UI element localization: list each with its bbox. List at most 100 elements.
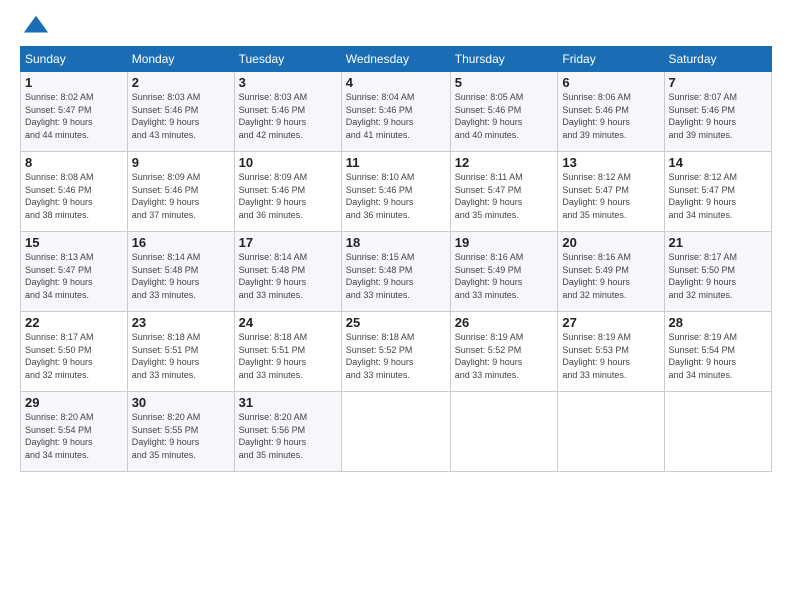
day-number: 17 [239, 235, 337, 250]
day-info: Sunrise: 8:20 AM Sunset: 5:55 PM Dayligh… [132, 411, 230, 461]
calendar-cell: 30Sunrise: 8:20 AM Sunset: 5:55 PM Dayli… [127, 392, 234, 472]
day-info: Sunrise: 8:14 AM Sunset: 5:48 PM Dayligh… [132, 251, 230, 301]
day-number: 28 [669, 315, 768, 330]
day-info: Sunrise: 8:15 AM Sunset: 5:48 PM Dayligh… [346, 251, 446, 301]
day-info: Sunrise: 8:10 AM Sunset: 5:46 PM Dayligh… [346, 171, 446, 221]
day-number: 18 [346, 235, 446, 250]
calendar-cell: 31Sunrise: 8:20 AM Sunset: 5:56 PM Dayli… [234, 392, 341, 472]
calendar-cell: 24Sunrise: 8:18 AM Sunset: 5:51 PM Dayli… [234, 312, 341, 392]
day-info: Sunrise: 8:16 AM Sunset: 5:49 PM Dayligh… [562, 251, 659, 301]
day-number: 26 [455, 315, 554, 330]
week-row-3: 22Sunrise: 8:17 AM Sunset: 5:50 PM Dayli… [21, 312, 772, 392]
day-number: 9 [132, 155, 230, 170]
calendar-cell: 2Sunrise: 8:03 AM Sunset: 5:46 PM Daylig… [127, 72, 234, 152]
calendar-cell: 7Sunrise: 8:07 AM Sunset: 5:46 PM Daylig… [664, 72, 772, 152]
calendar-cell: 26Sunrise: 8:19 AM Sunset: 5:52 PM Dayli… [450, 312, 558, 392]
day-number: 20 [562, 235, 659, 250]
calendar-cell: 10Sunrise: 8:09 AM Sunset: 5:46 PM Dayli… [234, 152, 341, 232]
day-info: Sunrise: 8:03 AM Sunset: 5:46 PM Dayligh… [239, 91, 337, 141]
header [20, 16, 772, 36]
calendar-cell: 21Sunrise: 8:17 AM Sunset: 5:50 PM Dayli… [664, 232, 772, 312]
calendar-cell: 4Sunrise: 8:04 AM Sunset: 5:46 PM Daylig… [341, 72, 450, 152]
day-number: 12 [455, 155, 554, 170]
day-info: Sunrise: 8:09 AM Sunset: 5:46 PM Dayligh… [239, 171, 337, 221]
calendar-cell: 25Sunrise: 8:18 AM Sunset: 5:52 PM Dayli… [341, 312, 450, 392]
logo [20, 16, 50, 36]
day-number: 10 [239, 155, 337, 170]
day-number: 4 [346, 75, 446, 90]
day-info: Sunrise: 8:02 AM Sunset: 5:47 PM Dayligh… [25, 91, 123, 141]
day-info: Sunrise: 8:20 AM Sunset: 5:54 PM Dayligh… [25, 411, 123, 461]
day-number: 22 [25, 315, 123, 330]
calendar-cell: 8Sunrise: 8:08 AM Sunset: 5:46 PM Daylig… [21, 152, 128, 232]
day-number: 2 [132, 75, 230, 90]
day-info: Sunrise: 8:04 AM Sunset: 5:46 PM Dayligh… [346, 91, 446, 141]
week-row-4: 29Sunrise: 8:20 AM Sunset: 5:54 PM Dayli… [21, 392, 772, 472]
day-number: 11 [346, 155, 446, 170]
page: SundayMondayTuesdayWednesdayThursdayFrid… [0, 0, 792, 612]
calendar-cell [558, 392, 664, 472]
logo-icon [22, 12, 50, 40]
calendar-body: 1Sunrise: 8:02 AM Sunset: 5:47 PM Daylig… [21, 72, 772, 472]
calendar-cell: 17Sunrise: 8:14 AM Sunset: 5:48 PM Dayli… [234, 232, 341, 312]
day-number: 23 [132, 315, 230, 330]
day-number: 1 [25, 75, 123, 90]
day-number: 30 [132, 395, 230, 410]
day-info: Sunrise: 8:06 AM Sunset: 5:46 PM Dayligh… [562, 91, 659, 141]
calendar-cell: 28Sunrise: 8:19 AM Sunset: 5:54 PM Dayli… [664, 312, 772, 392]
calendar-header-row: SundayMondayTuesdayWednesdayThursdayFrid… [21, 47, 772, 72]
calendar-cell: 3Sunrise: 8:03 AM Sunset: 5:46 PM Daylig… [234, 72, 341, 152]
day-number: 14 [669, 155, 768, 170]
col-header-sunday: Sunday [21, 47, 128, 72]
day-info: Sunrise: 8:16 AM Sunset: 5:49 PM Dayligh… [455, 251, 554, 301]
day-info: Sunrise: 8:18 AM Sunset: 5:51 PM Dayligh… [239, 331, 337, 381]
day-number: 15 [25, 235, 123, 250]
calendar-cell: 11Sunrise: 8:10 AM Sunset: 5:46 PM Dayli… [341, 152, 450, 232]
calendar-cell: 12Sunrise: 8:11 AM Sunset: 5:47 PM Dayli… [450, 152, 558, 232]
day-number: 24 [239, 315, 337, 330]
day-number: 5 [455, 75, 554, 90]
day-info: Sunrise: 8:11 AM Sunset: 5:47 PM Dayligh… [455, 171, 554, 221]
day-info: Sunrise: 8:18 AM Sunset: 5:51 PM Dayligh… [132, 331, 230, 381]
calendar-table: SundayMondayTuesdayWednesdayThursdayFrid… [20, 46, 772, 472]
day-info: Sunrise: 8:19 AM Sunset: 5:53 PM Dayligh… [562, 331, 659, 381]
calendar-cell: 22Sunrise: 8:17 AM Sunset: 5:50 PM Dayli… [21, 312, 128, 392]
calendar-cell: 20Sunrise: 8:16 AM Sunset: 5:49 PM Dayli… [558, 232, 664, 312]
col-header-wednesday: Wednesday [341, 47, 450, 72]
calendar-thead: SundayMondayTuesdayWednesdayThursdayFrid… [21, 47, 772, 72]
col-header-saturday: Saturday [664, 47, 772, 72]
calendar-cell: 29Sunrise: 8:20 AM Sunset: 5:54 PM Dayli… [21, 392, 128, 472]
day-info: Sunrise: 8:13 AM Sunset: 5:47 PM Dayligh… [25, 251, 123, 301]
calendar-cell: 9Sunrise: 8:09 AM Sunset: 5:46 PM Daylig… [127, 152, 234, 232]
day-number: 3 [239, 75, 337, 90]
calendar-cell: 13Sunrise: 8:12 AM Sunset: 5:47 PM Dayli… [558, 152, 664, 232]
day-info: Sunrise: 8:19 AM Sunset: 5:52 PM Dayligh… [455, 331, 554, 381]
day-info: Sunrise: 8:18 AM Sunset: 5:52 PM Dayligh… [346, 331, 446, 381]
day-info: Sunrise: 8:19 AM Sunset: 5:54 PM Dayligh… [669, 331, 768, 381]
day-number: 21 [669, 235, 768, 250]
day-number: 25 [346, 315, 446, 330]
week-row-2: 15Sunrise: 8:13 AM Sunset: 5:47 PM Dayli… [21, 232, 772, 312]
day-number: 7 [669, 75, 768, 90]
calendar-cell [664, 392, 772, 472]
calendar-cell: 18Sunrise: 8:15 AM Sunset: 5:48 PM Dayli… [341, 232, 450, 312]
calendar-cell [450, 392, 558, 472]
day-info: Sunrise: 8:05 AM Sunset: 5:46 PM Dayligh… [455, 91, 554, 141]
col-header-friday: Friday [558, 47, 664, 72]
day-number: 13 [562, 155, 659, 170]
calendar-cell: 19Sunrise: 8:16 AM Sunset: 5:49 PM Dayli… [450, 232, 558, 312]
calendar-cell: 15Sunrise: 8:13 AM Sunset: 5:47 PM Dayli… [21, 232, 128, 312]
day-info: Sunrise: 8:08 AM Sunset: 5:46 PM Dayligh… [25, 171, 123, 221]
day-number: 27 [562, 315, 659, 330]
day-number: 6 [562, 75, 659, 90]
day-info: Sunrise: 8:12 AM Sunset: 5:47 PM Dayligh… [669, 171, 768, 221]
day-number: 31 [239, 395, 337, 410]
day-number: 8 [25, 155, 123, 170]
calendar-cell: 23Sunrise: 8:18 AM Sunset: 5:51 PM Dayli… [127, 312, 234, 392]
col-header-tuesday: Tuesday [234, 47, 341, 72]
day-info: Sunrise: 8:12 AM Sunset: 5:47 PM Dayligh… [562, 171, 659, 221]
day-number: 19 [455, 235, 554, 250]
calendar-cell [341, 392, 450, 472]
calendar-cell: 16Sunrise: 8:14 AM Sunset: 5:48 PM Dayli… [127, 232, 234, 312]
day-info: Sunrise: 8:17 AM Sunset: 5:50 PM Dayligh… [669, 251, 768, 301]
